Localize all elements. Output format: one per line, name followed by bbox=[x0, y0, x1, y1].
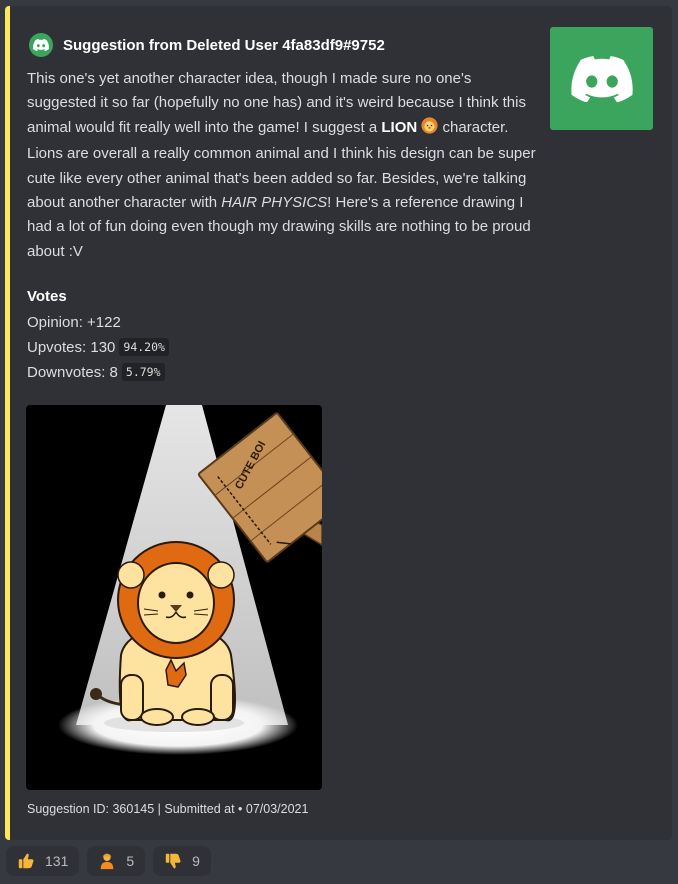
description-italic: HAIR PHYSICS bbox=[221, 194, 328, 212]
lion-emoji-icon bbox=[421, 117, 438, 142]
lion-drawing-image[interactable]: CUTE BOI bbox=[26, 405, 322, 790]
embed-description: This one's yet another character idea, t… bbox=[27, 67, 537, 264]
downvotes-line: Downvotes: 8 5.79% bbox=[27, 363, 165, 381]
discord-icon bbox=[29, 33, 53, 57]
thumbs-down-icon bbox=[164, 852, 182, 870]
reaction-count: 9 bbox=[192, 853, 200, 869]
thumbs-up-icon bbox=[17, 852, 35, 870]
person-icon bbox=[98, 852, 116, 870]
upvotes-percent: 94.20% bbox=[119, 338, 169, 356]
suggestion-embed: Suggestion from Deleted User 4fa83df9#97… bbox=[5, 6, 672, 840]
reaction-count: 5 bbox=[126, 853, 135, 869]
embed-footer: Suggestion ID: 360145 | Submitted at • 0… bbox=[27, 802, 309, 816]
description-bold-lion: LION bbox=[381, 118, 418, 136]
embed-accent-bar bbox=[5, 6, 10, 840]
discord-logo-icon bbox=[570, 55, 633, 102]
author-name[interactable]: Suggestion from Deleted User 4fa83df9#97… bbox=[63, 37, 385, 54]
votes-heading: Votes bbox=[27, 288, 67, 305]
upvotes-text: Upvotes: 130 bbox=[27, 338, 116, 356]
reactions-bar: 131 5 9 bbox=[6, 846, 211, 876]
reaction-thumbs-down[interactable]: 9 bbox=[153, 846, 211, 876]
embed-author: Suggestion from Deleted User 4fa83df9#97… bbox=[29, 33, 385, 57]
downvotes-text: Downvotes: 8 bbox=[27, 363, 118, 381]
discord-logo-thumbnail[interactable] bbox=[550, 27, 653, 130]
lion-illustration: CUTE BOI bbox=[58, 405, 322, 755]
upvotes-line: Upvotes: 130 94.20% bbox=[27, 338, 169, 356]
reaction-person[interactable]: 5 bbox=[87, 846, 146, 876]
opinion-line: Opinion: +122 bbox=[27, 314, 121, 331]
reaction-count: 131 bbox=[45, 853, 69, 869]
opinion-text: Opinion: +122 bbox=[27, 314, 121, 331]
reaction-thumbs-up[interactable]: 131 bbox=[6, 846, 80, 876]
downvotes-percent: 5.79% bbox=[121, 363, 165, 381]
